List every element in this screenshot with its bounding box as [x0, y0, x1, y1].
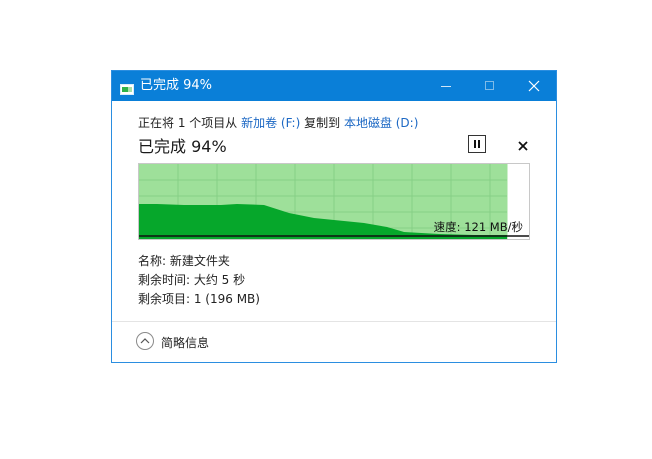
chevron-up-icon [136, 332, 154, 350]
title-bar[interactable]: 已完成 94% [112, 71, 556, 101]
window-title: 已完成 94% [140, 78, 213, 93]
speed-label: 速度: 121 MB/秒 [433, 220, 523, 234]
close-window-button[interactable] [512, 71, 556, 101]
maximize-icon [485, 81, 494, 90]
file-name: 名称: 新建文件夹 [138, 254, 230, 268]
details-label: 简略信息 [161, 336, 210, 350]
copy-progress-icon [120, 80, 134, 95]
close-icon [528, 80, 540, 92]
destination-link[interactable]: 本地磁盘 (D:) [344, 116, 418, 130]
items-remaining: 剩余项目: 1 (196 MB) [138, 292, 260, 306]
minimize-icon [441, 86, 451, 87]
source-link[interactable]: 新加卷 (F:) [241, 116, 300, 130]
copy-progress-dialog: 已完成 94% 正在将 1 个项目从 新加卷 (F:) 复制到 本地磁盘 (D:… [111, 70, 557, 363]
time-remaining: 剩余时间: 大约 5 秒 [138, 273, 246, 287]
maximize-button[interactable] [468, 71, 512, 101]
copy-prefix: 正在将 1 个项目从 [138, 116, 242, 130]
speed-graph: 速度: 121 MB/秒 [138, 163, 530, 240]
copy-description: 正在将 1 个项目从 新加卷 (F:) 复制到 本地磁盘 (D:) [138, 114, 418, 131]
footer: 简略信息 [112, 322, 556, 362]
progress-title: 已完成 94% [138, 137, 227, 156]
pause-button[interactable] [468, 135, 486, 153]
close-icon [518, 141, 528, 151]
cancel-button[interactable] [517, 137, 529, 151]
copy-middle: 复制到 [300, 116, 344, 130]
minimize-button[interactable] [424, 71, 468, 101]
